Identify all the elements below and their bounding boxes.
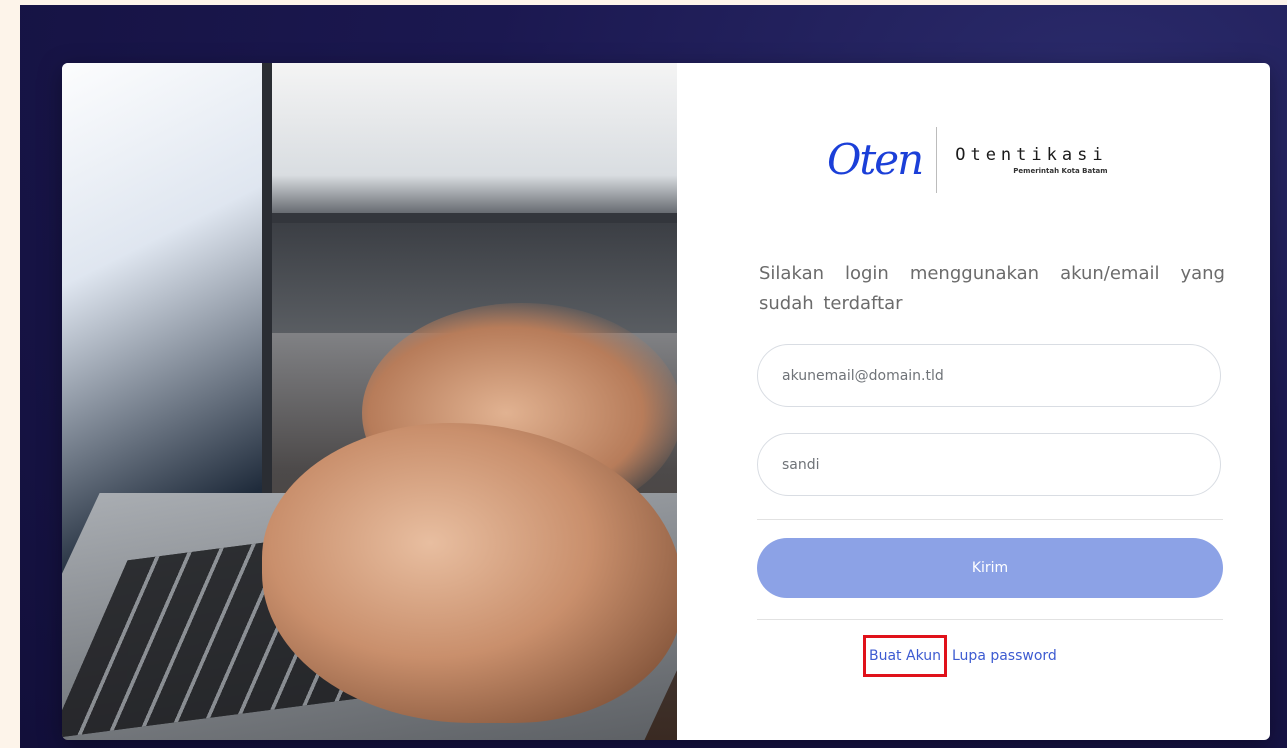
logo-signature: Oten	[827, 127, 938, 193]
divider	[757, 619, 1223, 620]
hero-photo	[62, 63, 677, 740]
forgot-password-link[interactable]: Lupa password	[952, 648, 1057, 664]
email-input[interactable]	[757, 344, 1221, 407]
divider	[757, 519, 1223, 520]
auth-links: Buat Akun Lupa password	[863, 635, 1057, 677]
logo-title: Otentikasi	[955, 145, 1108, 165]
login-card: Oten Otentikasi Pemerintah Kota Batam Si…	[62, 63, 1270, 740]
login-instructions: Silakan login menggunakan akun/email yan…	[759, 263, 1225, 314]
login-panel: Oten Otentikasi Pemerintah Kota Batam Si…	[677, 63, 1270, 740]
create-account-link[interactable]: Buat Akun	[863, 635, 947, 677]
app-logo: Oten Otentikasi Pemerintah Kota Batam	[827, 127, 1108, 193]
logo-text: Otentikasi Pemerintah Kota Batam	[937, 145, 1107, 175]
photo-monitor	[222, 63, 677, 223]
submit-button[interactable]: Kirim	[757, 538, 1223, 598]
password-input[interactable]	[757, 433, 1221, 496]
logo-subtitle: Pemerintah Kota Batam	[1013, 167, 1108, 175]
